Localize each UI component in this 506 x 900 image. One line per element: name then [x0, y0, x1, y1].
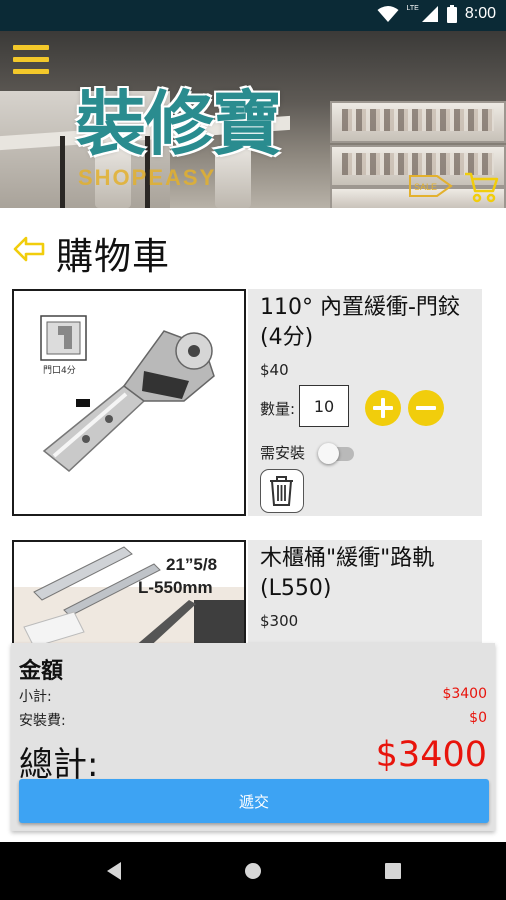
- logo-text: 裝修寶: [76, 82, 282, 165]
- item-name[interactable]: 110° 內置緩衝-門鉸(4分): [260, 293, 482, 353]
- nav-home-icon[interactable]: [244, 862, 262, 880]
- decrease-quantity-button[interactable]: [408, 390, 444, 426]
- install-label: 需安裝: [260, 444, 306, 462]
- sale-icon[interactable]: SALE: [407, 172, 453, 200]
- product-image[interactable]: 門口4分: [12, 289, 246, 516]
- item-details: 110° 內置緩衝-門鉸(4分) $40 數量: 10 需安裝: [248, 289, 482, 516]
- minus-icon: [416, 406, 436, 410]
- image-line-2: L-550mm: [138, 578, 213, 597]
- summary-title: 金額: [19, 659, 64, 684]
- logo-subtitle: SHOPEASY: [78, 165, 217, 190]
- image-badge: 門口4分: [43, 365, 76, 376]
- battery-icon: [446, 5, 457, 23]
- nav-recents-icon[interactable]: [385, 863, 401, 879]
- system-nav-bar: [0, 842, 506, 900]
- banner-table-leg: [60, 136, 65, 208]
- product-image[interactable]: 21”5/8 L-550mm: [12, 540, 246, 643]
- sale-label: SALE: [414, 182, 437, 192]
- install-toggle[interactable]: [318, 441, 356, 464]
- total-value: $3400: [375, 735, 487, 775]
- item-details: 木櫃桶"緩衝"路軌(L550) $300: [248, 540, 482, 643]
- cart-item: 21”5/8 L-550mm 木櫃桶"緩衝"路軌(L550) $300: [12, 540, 482, 643]
- submit-button[interactable]: 遞交: [19, 779, 489, 823]
- slide-rail-image: 21”5/8 L-550mm: [14, 546, 244, 643]
- hinge-image: 門口4分: [40, 315, 215, 472]
- menu-icon[interactable]: [13, 45, 49, 75]
- wifi-icon: [377, 6, 399, 22]
- quantity-label: 數量:: [260, 400, 296, 418]
- network-type: LTE: [406, 4, 419, 12]
- order-summary: 金額 小計: $3400 安裝費: $0 總計: $3400 遞交: [11, 643, 495, 831]
- app-logo: 裝修寶 SHOPEASY: [76, 81, 326, 191]
- banner-drawer: [330, 101, 506, 143]
- delete-item-button[interactable]: [260, 469, 304, 513]
- item-name[interactable]: 木櫃桶"緩衝"路軌(L550): [260, 544, 482, 604]
- page-title: 購物車: [56, 235, 170, 278]
- cart-item: 門口4分 110° 內置緩衝-門鉸(4分) $40 數量: 10 需安裝: [12, 289, 482, 516]
- install-fee-value: $0: [469, 710, 487, 726]
- image-line-1: 21”5/8: [166, 555, 217, 574]
- back-arrow-icon[interactable]: [12, 235, 46, 263]
- signal-icon: [421, 6, 438, 22]
- nav-back-icon[interactable]: [105, 861, 123, 881]
- cart-icon[interactable]: [463, 171, 499, 203]
- trash-icon: [270, 476, 293, 506]
- status-bar: LTE 8:00: [0, 0, 506, 31]
- subtotal-label: 小計:: [19, 689, 52, 705]
- quantity-input[interactable]: 10: [299, 385, 349, 427]
- status-time: 8:00: [464, 5, 496, 22]
- increase-quantity-button[interactable]: [365, 390, 401, 426]
- status-icons: LTE 8:00: [377, 5, 496, 23]
- item-price: $300: [260, 612, 299, 630]
- subtotal-value: $3400: [442, 686, 487, 702]
- install-fee-label: 安裝費:: [19, 713, 66, 729]
- item-price: $40: [260, 361, 289, 379]
